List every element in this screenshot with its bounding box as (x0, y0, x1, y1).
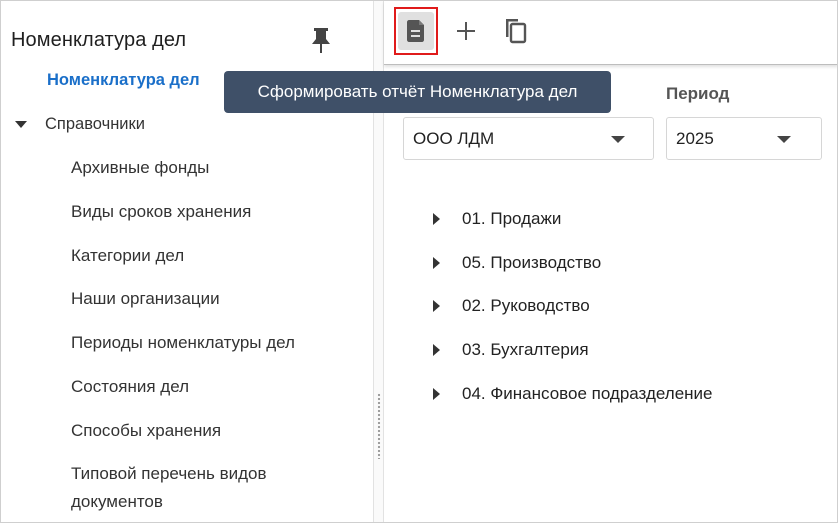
tree-row-label: 01. Продажи (462, 208, 562, 228)
tree-row-label: 04. Финансовое подразделение (462, 384, 713, 404)
tree-row[interactable]: 03. Бухгалтерия (433, 328, 713, 372)
plus-icon (457, 22, 475, 40)
tree-row[interactable]: 01. Продажи (433, 197, 713, 241)
chevron-down-icon (611, 136, 625, 143)
sidebar-group-label: Справочники (45, 115, 145, 133)
chevron-down-icon (777, 136, 791, 143)
expand-arrow-icon[interactable] (433, 212, 440, 225)
report-button-background (398, 12, 434, 50)
sidebar-group-directories[interactable]: Справочники (15, 115, 145, 134)
expand-arrow-icon[interactable] (433, 300, 440, 313)
sidebar-item-nomenclature-periods[interactable]: Периоды номенклатуры дел (71, 328, 361, 372)
tree-row[interactable]: 02. Руководство (433, 285, 713, 329)
expand-arrow-icon[interactable] (433, 344, 440, 357)
toolbar (384, 1, 837, 65)
report-tooltip: Сформировать отчёт Номенклатура дел (224, 71, 611, 113)
organization-select[interactable]: ООО ЛДМ (403, 117, 654, 160)
tree-row[interactable]: 04. Финансовое подразделение (433, 372, 713, 416)
sidebar-item-document-types-list[interactable]: Типовой перечень видов документов (71, 460, 321, 516)
caret-down-icon (15, 121, 27, 128)
tree-row-label: 02. Руководство (462, 296, 590, 316)
sidebar-item-archive-funds[interactable]: Архивные фонды (71, 153, 361, 197)
copy-button[interactable] (494, 7, 538, 55)
sidebar-item-storage-methods[interactable]: Способы хранения (71, 416, 361, 460)
tree-row-label: 03. Бухгалтерия (462, 340, 589, 360)
period-select[interactable]: 2025 (666, 117, 822, 160)
sidebar-list: Архивные фонды Виды сроков хранения Кате… (71, 153, 361, 516)
sidebar-item-active[interactable]: Номенклатура дел (47, 71, 200, 90)
period-select-value: 2025 (676, 128, 714, 148)
sidebar-item-our-organizations[interactable]: Наши организации (71, 284, 361, 328)
expand-arrow-icon[interactable] (433, 388, 440, 401)
organization-select-value: ООО ЛДМ (413, 128, 495, 148)
generate-report-button[interactable] (394, 7, 438, 55)
period-label: Период (666, 84, 730, 103)
add-button[interactable] (444, 7, 488, 55)
tree-row-label: 05. Производство (462, 252, 602, 272)
sidebar-item-case-categories[interactable]: Категории дел (71, 241, 361, 285)
sidebar-item-case-states[interactable]: Состояния дел (71, 372, 361, 416)
splitter-grip-icon[interactable] (377, 393, 381, 459)
app-window: Номенклатура дел Номенклатура дел Справо… (0, 0, 838, 523)
tree-row[interactable]: 05. Производство (433, 241, 713, 285)
sidebar-item-retention-types[interactable]: Виды сроков хранения (71, 197, 361, 241)
copy-icon (506, 19, 527, 44)
report-document-icon (407, 20, 424, 42)
pin-icon[interactable] (309, 25, 333, 55)
expand-arrow-icon[interactable] (433, 256, 440, 269)
sidebar-title: Номенклатура дел (11, 29, 187, 51)
nomenclature-tree: 01. Продажи 05. Производство 02. Руковод… (433, 197, 713, 416)
